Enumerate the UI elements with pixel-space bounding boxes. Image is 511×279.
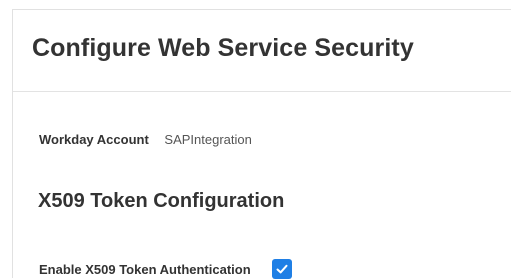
- check-icon: [276, 264, 288, 274]
- page-header: Configure Web Service Security: [13, 10, 511, 92]
- workday-account-field: Workday Account SAPIntegration: [39, 132, 252, 147]
- enable-x509-row: Enable X509 Token Authentication: [39, 259, 292, 279]
- enable-x509-label: Enable X509 Token Authentication: [39, 261, 251, 277]
- workday-account-label: Workday Account: [39, 132, 149, 147]
- enable-x509-checkbox[interactable]: [271, 259, 292, 279]
- x509-section-title: X509 Token Configuration: [38, 190, 285, 212]
- page-container: Configure Web Service Security Workday A…: [12, 9, 511, 279]
- workday-account-value: SAPIntegration: [164, 132, 252, 147]
- page-title: Configure Web Service Security: [32, 34, 414, 62]
